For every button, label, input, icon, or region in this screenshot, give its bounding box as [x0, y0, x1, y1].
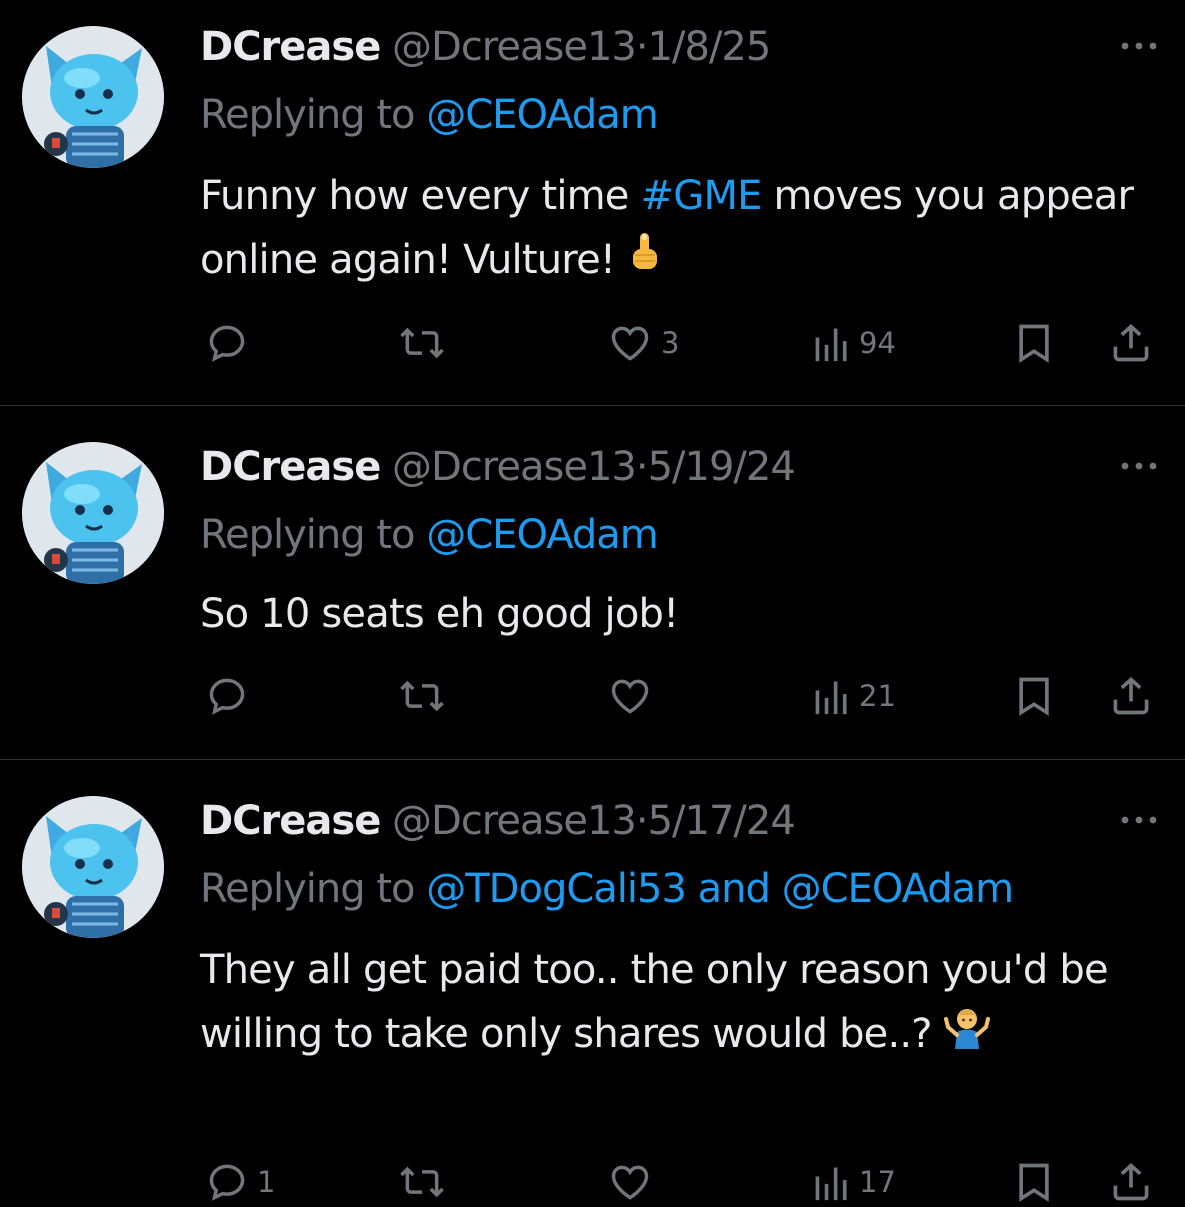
tweet-3[interactable]: DCrease @Dcrease13·5/17/24 Replying to @… [0, 760, 1185, 1202]
hashtag-link[interactable]: #GME [641, 173, 763, 219]
repost-icon [400, 680, 444, 712]
mention-link[interactable]: @CEOAdam [426, 92, 659, 138]
heart-icon [611, 1165, 649, 1200]
handle[interactable]: @Dcrease13 [392, 24, 637, 70]
view-count: 17 [859, 1165, 896, 1199]
tweet-text: Funny how every time #GME moves you appe… [200, 164, 1160, 294]
avatar[interactable] [22, 26, 164, 168]
tweet-1[interactable]: DCrease @Dcrease13·1/8/25 Replying to @C… [0, 0, 1185, 405]
tweet-header: DCrease @Dcrease13·5/17/24 [200, 794, 796, 847]
replying-to: Replying to @CEOAdam [200, 89, 659, 141]
heart-icon [611, 326, 649, 361]
mention-link[interactable]: @TDogCali53 [426, 866, 687, 912]
mention-joiner: and [697, 866, 771, 912]
bookmark-icon [1019, 677, 1049, 716]
more-options-icon[interactable] [1119, 456, 1159, 476]
views-chart-icon [815, 328, 847, 362]
reply-button[interactable] [205, 318, 257, 368]
repost-button[interactable] [397, 671, 455, 721]
share-icon [1113, 324, 1149, 362]
tweet-text: So 10 seats eh good job! [200, 591, 679, 637]
reply-button[interactable] [205, 671, 257, 721]
display-name[interactable]: DCrease [200, 444, 381, 490]
separator: · [635, 24, 649, 70]
view-count: 21 [859, 679, 896, 713]
repost-button[interactable] [397, 318, 455, 368]
tweet-header: DCrease @Dcrease13·5/19/24 [200, 440, 796, 493]
action-bar: 3 94 [0, 318, 1185, 368]
text-segment: Funny how every time [200, 173, 641, 219]
avatar[interactable] [22, 796, 164, 938]
replying-to-label: Replying to [200, 866, 416, 912]
bookmark-icon [1019, 1163, 1049, 1202]
replying-to: Replying to @TDogCali53 and @CEOAdam [200, 863, 1015, 915]
middle-finger-emoji [627, 230, 661, 294]
display-name[interactable]: DCrease [200, 24, 381, 70]
views-button[interactable]: 21 [813, 671, 896, 721]
mention-link[interactable]: @CEOAdam [782, 866, 1015, 912]
timestamp[interactable]: 5/17/24 [648, 798, 796, 844]
man-shrugging-emoji [943, 1004, 990, 1068]
display-name[interactable]: DCrease [200, 798, 381, 844]
tweet-text: They all get paid too.. the only reason … [200, 938, 1160, 1068]
handle[interactable]: @Dcrease13 [392, 798, 637, 844]
separator: · [635, 798, 649, 844]
tweet-header: DCrease @Dcrease13·1/8/25 [200, 20, 772, 73]
views-chart-icon [815, 1167, 847, 1201]
more-options-icon[interactable] [1119, 36, 1159, 56]
avatar[interactable] [22, 442, 164, 584]
heart-icon [611, 679, 649, 714]
mention-link[interactable]: @CEOAdam [426, 512, 659, 558]
views-chart-icon [815, 681, 847, 715]
timestamp[interactable]: 1/8/25 [648, 24, 772, 70]
repost-icon [400, 1166, 444, 1198]
separator: · [635, 444, 649, 490]
more-options-icon[interactable] [1119, 810, 1159, 830]
share-icon [1113, 677, 1149, 715]
reply-icon [209, 678, 245, 715]
like-button[interactable] [607, 671, 661, 721]
tweet-2[interactable]: DCrease @Dcrease13·5/19/24 Replying to @… [0, 406, 1185, 759]
timestamp[interactable]: 5/19/24 [648, 444, 796, 490]
like-count: 3 [661, 326, 680, 360]
share-button[interactable] [1108, 671, 1154, 721]
reply-count: 1 [257, 1165, 276, 1199]
views-button[interactable]: 94 [813, 318, 896, 368]
bookmark-button[interactable] [1013, 671, 1055, 721]
replying-to-label: Replying to [200, 512, 416, 558]
share-button[interactable] [1108, 318, 1154, 368]
replying-to: Replying to @CEOAdam [200, 509, 659, 561]
repost-icon [400, 327, 444, 359]
bookmark-button[interactable] [1013, 318, 1055, 368]
replying-to-label: Replying to [200, 92, 416, 138]
share-icon [1113, 1163, 1149, 1201]
action-bar: 21 [0, 671, 1185, 721]
reply-icon [209, 325, 245, 362]
reply-icon [209, 1164, 245, 1201]
bookmark-icon [1019, 324, 1049, 363]
view-count: 94 [859, 326, 896, 360]
like-button[interactable]: 3 [607, 318, 679, 368]
handle[interactable]: @Dcrease13 [392, 444, 637, 490]
